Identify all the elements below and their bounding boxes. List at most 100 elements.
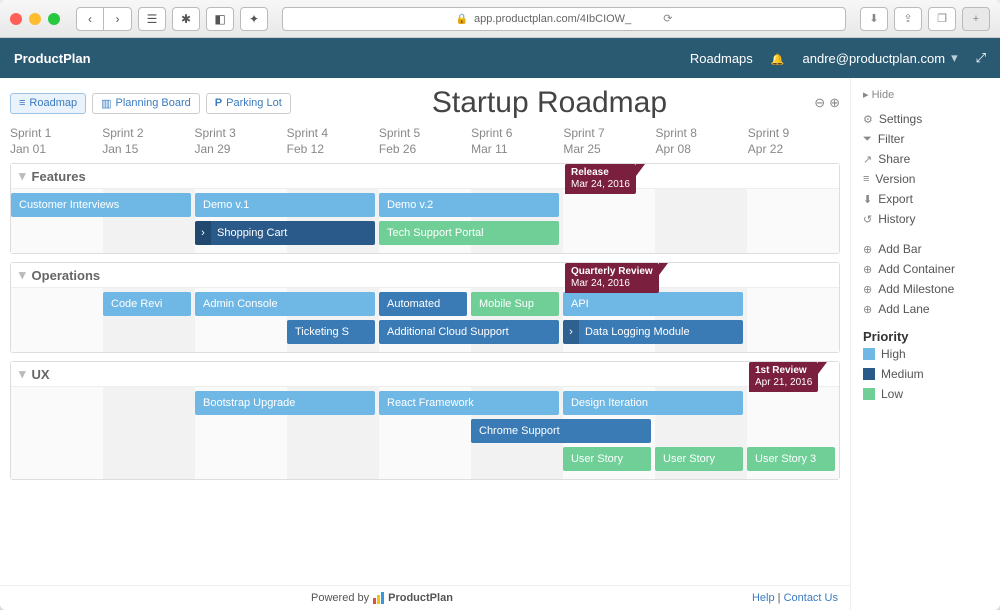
user-menu[interactable]: andre@productplan.com ▾ — [803, 50, 958, 66]
sprint-column-header: Sprint 5Feb 26 — [379, 126, 471, 157]
downloads-button[interactable] — [860, 7, 888, 31]
legend-swatch-medium — [863, 368, 875, 380]
ext-button-3[interactable]: ✦ — [240, 7, 268, 31]
back-button[interactable]: ‹ — [76, 7, 104, 31]
gear-icon — [863, 113, 873, 126]
side-share[interactable]: Share — [863, 149, 988, 169]
side-add-lane[interactable]: Add Lane — [863, 299, 988, 319]
roadmap-bar[interactable]: User Story — [563, 447, 651, 471]
roadmap-bar[interactable]: Ticketing S — [287, 320, 375, 344]
version-icon — [863, 173, 869, 185]
productplan-logo-icon — [373, 592, 384, 604]
notifications-button[interactable] — [771, 51, 785, 66]
timeline-header: Sprint 1Jan 01Sprint 2Jan 15Sprint 3Jan … — [0, 122, 850, 163]
sidebar-button[interactable]: ☰ — [138, 7, 166, 31]
roadmap-bar[interactable]: ›Shopping Cart — [195, 221, 375, 245]
roadmap-bar[interactable]: React Framework — [379, 391, 559, 415]
lane-row: Code ReviAdmin ConsoleAutomatedMobile Su… — [11, 292, 839, 318]
roadmap-bar[interactable]: Bootstrap Upgrade — [195, 391, 375, 415]
help-link[interactable]: Help — [752, 592, 775, 604]
legend-high: High — [863, 344, 988, 364]
app-header: ProductPlan Roadmaps andre@productplan.c… — [0, 38, 1000, 78]
share-button[interactable] — [894, 7, 922, 31]
roadmap-bar[interactable]: User Story 3 — [747, 447, 835, 471]
roadmap-bar[interactable]: Code Revi — [103, 292, 191, 316]
side-panel: ▸ Hide Settings Filter Share Version Exp… — [850, 78, 1000, 610]
side-export[interactable]: Export — [863, 189, 988, 209]
share-icon — [863, 153, 872, 166]
roadmap-title[interactable]: Startup Roadmap — [291, 86, 808, 120]
side-settings[interactable]: Settings — [863, 109, 988, 129]
browser-titlebar: ‹ › ☰ ✱ ◧ ✦ app.productplan.com/4IbCIOW_ — [0, 0, 1000, 38]
roadmap-bar[interactable]: Admin Console — [195, 292, 375, 316]
lane-row: Ticketing SAdditional Cloud Support›Data… — [11, 320, 839, 346]
lane-header[interactable]: UX — [11, 362, 839, 387]
lane-row: User StoryUser StoryUser Story 3 — [11, 447, 839, 473]
roadmap-bar[interactable]: API — [563, 292, 743, 316]
side-add-container[interactable]: Add Container — [863, 259, 988, 279]
forward-button[interactable]: › — [104, 7, 132, 31]
milestone[interactable]: 1st ReviewApr 21, 2016 — [749, 362, 818, 392]
lane-row: Bootstrap UpgradeReact FrameworkDesign I… — [11, 391, 839, 417]
roadmap-bar[interactable]: Automated — [379, 292, 467, 316]
zoom-in-button[interactable] — [829, 95, 840, 111]
footer: Powered by ProductPlan Help | Contact Us — [0, 585, 850, 610]
window-minimize-button[interactable] — [29, 13, 41, 25]
milestone[interactable]: Quarterly ReviewMar 24, 2016 — [565, 263, 659, 293]
ext-button-1[interactable]: ✱ — [172, 7, 200, 31]
filter-icon — [863, 133, 872, 146]
side-version[interactable]: Version — [863, 169, 988, 189]
plus-circle-icon — [863, 263, 872, 276]
plus-circle-icon — [863, 243, 872, 256]
address-bar[interactable]: app.productplan.com/4IbCIOW_ — [282, 7, 846, 31]
contact-link[interactable]: Contact Us — [784, 592, 838, 604]
roadmap-bar[interactable]: Design Iteration — [563, 391, 743, 415]
app-brand: ProductPlan — [14, 51, 91, 66]
roadmap-bar[interactable]: Demo v.1 — [195, 193, 375, 217]
export-icon — [863, 193, 872, 206]
fullscreen-button[interactable] — [976, 50, 986, 66]
powered-by-label: Powered by — [311, 592, 369, 604]
window-zoom-button[interactable] — [48, 13, 60, 25]
lane-header[interactable]: Operations — [11, 263, 839, 288]
nav-roadmaps[interactable]: Roadmaps — [690, 51, 753, 66]
bell-icon — [771, 51, 785, 66]
side-add-bar[interactable]: Add Bar — [863, 239, 988, 259]
side-filter[interactable]: Filter — [863, 129, 988, 149]
url-text: app.productplan.com/4IbCIOW_ — [474, 13, 631, 25]
tab-roadmap[interactable]: ≡Roadmap — [10, 93, 86, 114]
side-history[interactable]: History — [863, 209, 988, 229]
roadmap-bar[interactable]: Mobile Sup — [471, 292, 559, 316]
lane: OperationsQuarterly ReviewMar 24, 2016Co… — [10, 262, 840, 353]
milestone[interactable]: ReleaseMar 24, 2016 — [565, 164, 636, 194]
roadmap-bar[interactable]: Tech Support Portal — [379, 221, 559, 245]
priority-heading: Priority — [863, 329, 988, 344]
sprint-column-header: Sprint 6Mar 11 — [471, 126, 563, 157]
roadmap-bar[interactable]: User Story — [655, 447, 743, 471]
roadmap-bar[interactable]: Demo v.2 — [379, 193, 559, 217]
history-icon — [863, 213, 872, 226]
ext-button-2[interactable]: ◧ — [206, 7, 234, 31]
lane-header[interactable]: Features — [11, 164, 839, 189]
lock-icon — [456, 13, 468, 25]
new-tab-button[interactable] — [962, 7, 990, 31]
plus-circle-icon — [863, 303, 872, 316]
zoom-out-button[interactable] — [814, 95, 825, 111]
roadmap-bar[interactable]: Chrome Support — [471, 419, 651, 443]
reload-icon[interactable] — [663, 12, 672, 25]
window-close-button[interactable] — [10, 13, 22, 25]
hide-panel-button[interactable]: ▸ Hide — [863, 88, 988, 101]
roadmap-bar[interactable]: ›Data Logging Module — [563, 320, 743, 344]
lane-body: Bootstrap UpgradeReact FrameworkDesign I… — [11, 387, 839, 479]
sprint-column-header: Sprint 1Jan 01 — [10, 126, 102, 157]
plus-circle-icon — [863, 283, 872, 296]
chevron-down-icon — [19, 168, 26, 184]
tabs-button[interactable] — [928, 7, 956, 31]
legend-swatch-low — [863, 388, 875, 400]
roadmap-bar[interactable]: Customer Interviews — [11, 193, 191, 217]
roadmap-bar[interactable]: Additional Cloud Support — [379, 320, 559, 344]
side-add-milestone[interactable]: Add Milestone — [863, 279, 988, 299]
tab-parking-lot[interactable]: PParking Lot — [206, 93, 291, 114]
tab-planning-board[interactable]: ▥Planning Board — [92, 93, 200, 114]
chevron-down-icon — [19, 366, 26, 382]
